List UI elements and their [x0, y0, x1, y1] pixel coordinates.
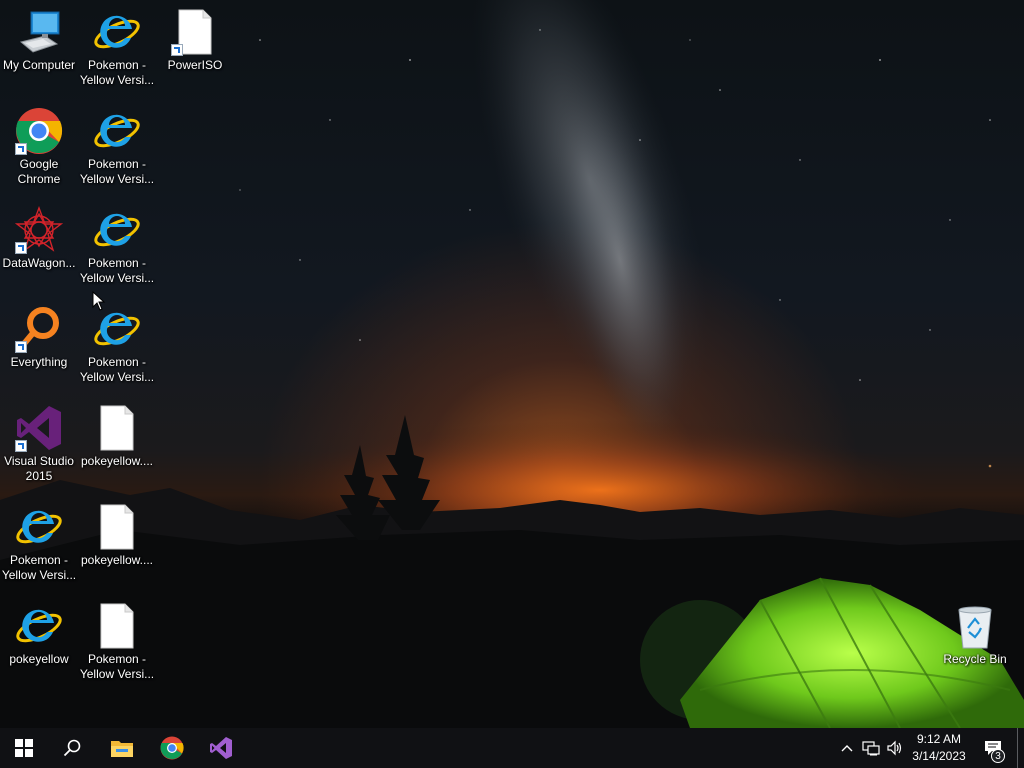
desktop-icon-pokeyellow-file[interactable]: pokeyellow.... — [78, 503, 156, 568]
desktop-icon-pokeyellow[interactable]: pokeyellow — [0, 602, 78, 667]
clock-date: 3/14/2023 — [912, 749, 966, 763]
show-hidden-icons-button[interactable] — [838, 728, 856, 768]
desktop-icon-pokemon-yellow[interactable]: Pokemon - Yellow Versi... — [78, 206, 156, 286]
desktop-icon-label: PowerISO — [167, 58, 223, 72]
desktop-icon-google-chrome[interactable]: Google Chrome — [0, 107, 78, 187]
ie-icon — [15, 602, 63, 650]
desktop-icon-label: Everything — [10, 355, 68, 369]
taskbar-clock[interactable]: 9:12 AM 3/14/2023 — [904, 728, 974, 768]
chevron-up-icon — [841, 745, 853, 752]
mouse-cursor-icon — [92, 291, 106, 311]
desktop-icon-label: Pokemon - Yellow Versi... — [79, 58, 155, 87]
desktop-icon-label: My Computer — [2, 58, 76, 72]
file-icon — [93, 503, 141, 551]
desktop-icon-everything[interactable]: Everything — [0, 305, 78, 370]
desktop-icon-pokemon-yellow[interactable]: Pokemon - Yellow Versi... — [78, 107, 156, 187]
taskbar: 9:12 AM 3/14/2023 — [0, 728, 1024, 768]
chrome-icon — [15, 107, 63, 155]
desktop-icon-label: Pokemon - Yellow Versi... — [79, 355, 155, 384]
desktop-icon-label: Google Chrome — [17, 157, 61, 186]
visual-studio-icon — [210, 737, 232, 759]
desktop-icon-label: Pokemon - Yellow Versi... — [79, 157, 155, 186]
volume-button[interactable] — [884, 728, 906, 768]
clock-time: 9:12 AM — [916, 732, 962, 746]
desktop-icon-my-computer[interactable]: My Computer — [0, 8, 78, 73]
everything-icon — [15, 305, 63, 353]
start-icon — [15, 739, 33, 757]
ie-icon — [93, 107, 141, 155]
search-icon — [63, 739, 81, 757]
desktop-icon-poweriso[interactable]: PowerISO — [156, 8, 234, 73]
desktop-icon-label: Pokemon - Yellow Versi... — [79, 256, 155, 285]
start-button[interactable] — [0, 728, 48, 768]
desktop-icon-label: DataWagon... — [2, 256, 76, 270]
desktop-icon-label: Visual Studio 2015 — [4, 454, 74, 483]
shortcut-arrow-icon — [15, 242, 27, 254]
network-button[interactable] — [860, 728, 882, 768]
datawagon-icon — [14, 206, 64, 254]
ie-icon — [93, 305, 141, 353]
desktop-icon-visual-studio-2015[interactable]: Visual Studio 2015 — [0, 404, 78, 484]
desktop-icon-label: Pokemon - Yellow Versi... — [1, 553, 77, 582]
recycle-bin-icon — [951, 602, 999, 650]
shortcut-arrow-icon — [15, 341, 27, 353]
desktop-icon-pokemon-yellow[interactable]: Pokemon - Yellow Versi... — [78, 305, 156, 385]
action-center-button[interactable] — [978, 728, 1008, 768]
file-explorer-icon — [111, 741, 133, 757]
file-icon — [93, 602, 141, 650]
shortcut-arrow-icon — [171, 44, 183, 56]
desktop-icon-recycle-bin[interactable]: Recycle Bin — [936, 602, 1014, 667]
desktop-icon-pokemon-yellow-file[interactable]: Pokemon - Yellow Versi... — [78, 602, 156, 682]
notification-count-badge: 3 — [991, 749, 1005, 763]
taskbar-chrome[interactable] — [148, 728, 196, 768]
chrome-icon — [160, 736, 184, 760]
desktop-icon-pokeyellow-file[interactable]: pokeyellow.... — [78, 404, 156, 469]
desktop-icon-label: pokeyellow — [9, 652, 69, 666]
desktop-icon-label: Pokemon - Yellow Versi... — [79, 652, 155, 681]
shortcut-arrow-icon — [15, 440, 27, 452]
desktop-icon-datawagon[interactable]: DataWagon... — [0, 206, 78, 271]
desktop-icon-label: Recycle Bin — [943, 652, 1007, 666]
ie-icon — [93, 206, 141, 254]
taskbar-visual-studio[interactable] — [197, 728, 245, 768]
taskbar-file-explorer[interactable] — [98, 728, 146, 768]
network-icon — [862, 741, 880, 756]
desktop-icon-pokemon-yellow[interactable]: Pokemon - Yellow Versi... — [78, 8, 156, 88]
shortcut-arrow-icon — [15, 143, 27, 155]
ie-icon — [93, 8, 141, 56]
desktop-icon-label: pokeyellow.... — [80, 454, 154, 468]
show-desktop-button[interactable] — [1017, 728, 1024, 768]
desktop-icon-pokemon-yellow[interactable]: Pokemon - Yellow Versi... — [0, 503, 78, 583]
ie-icon — [15, 503, 63, 551]
computer-icon — [15, 8, 63, 56]
file-icon — [171, 8, 219, 56]
visual-studio-icon — [15, 404, 63, 452]
desktop-icon-label: pokeyellow.... — [80, 553, 154, 567]
search-button[interactable] — [48, 728, 96, 768]
volume-icon — [887, 740, 902, 756]
file-icon — [93, 404, 141, 452]
